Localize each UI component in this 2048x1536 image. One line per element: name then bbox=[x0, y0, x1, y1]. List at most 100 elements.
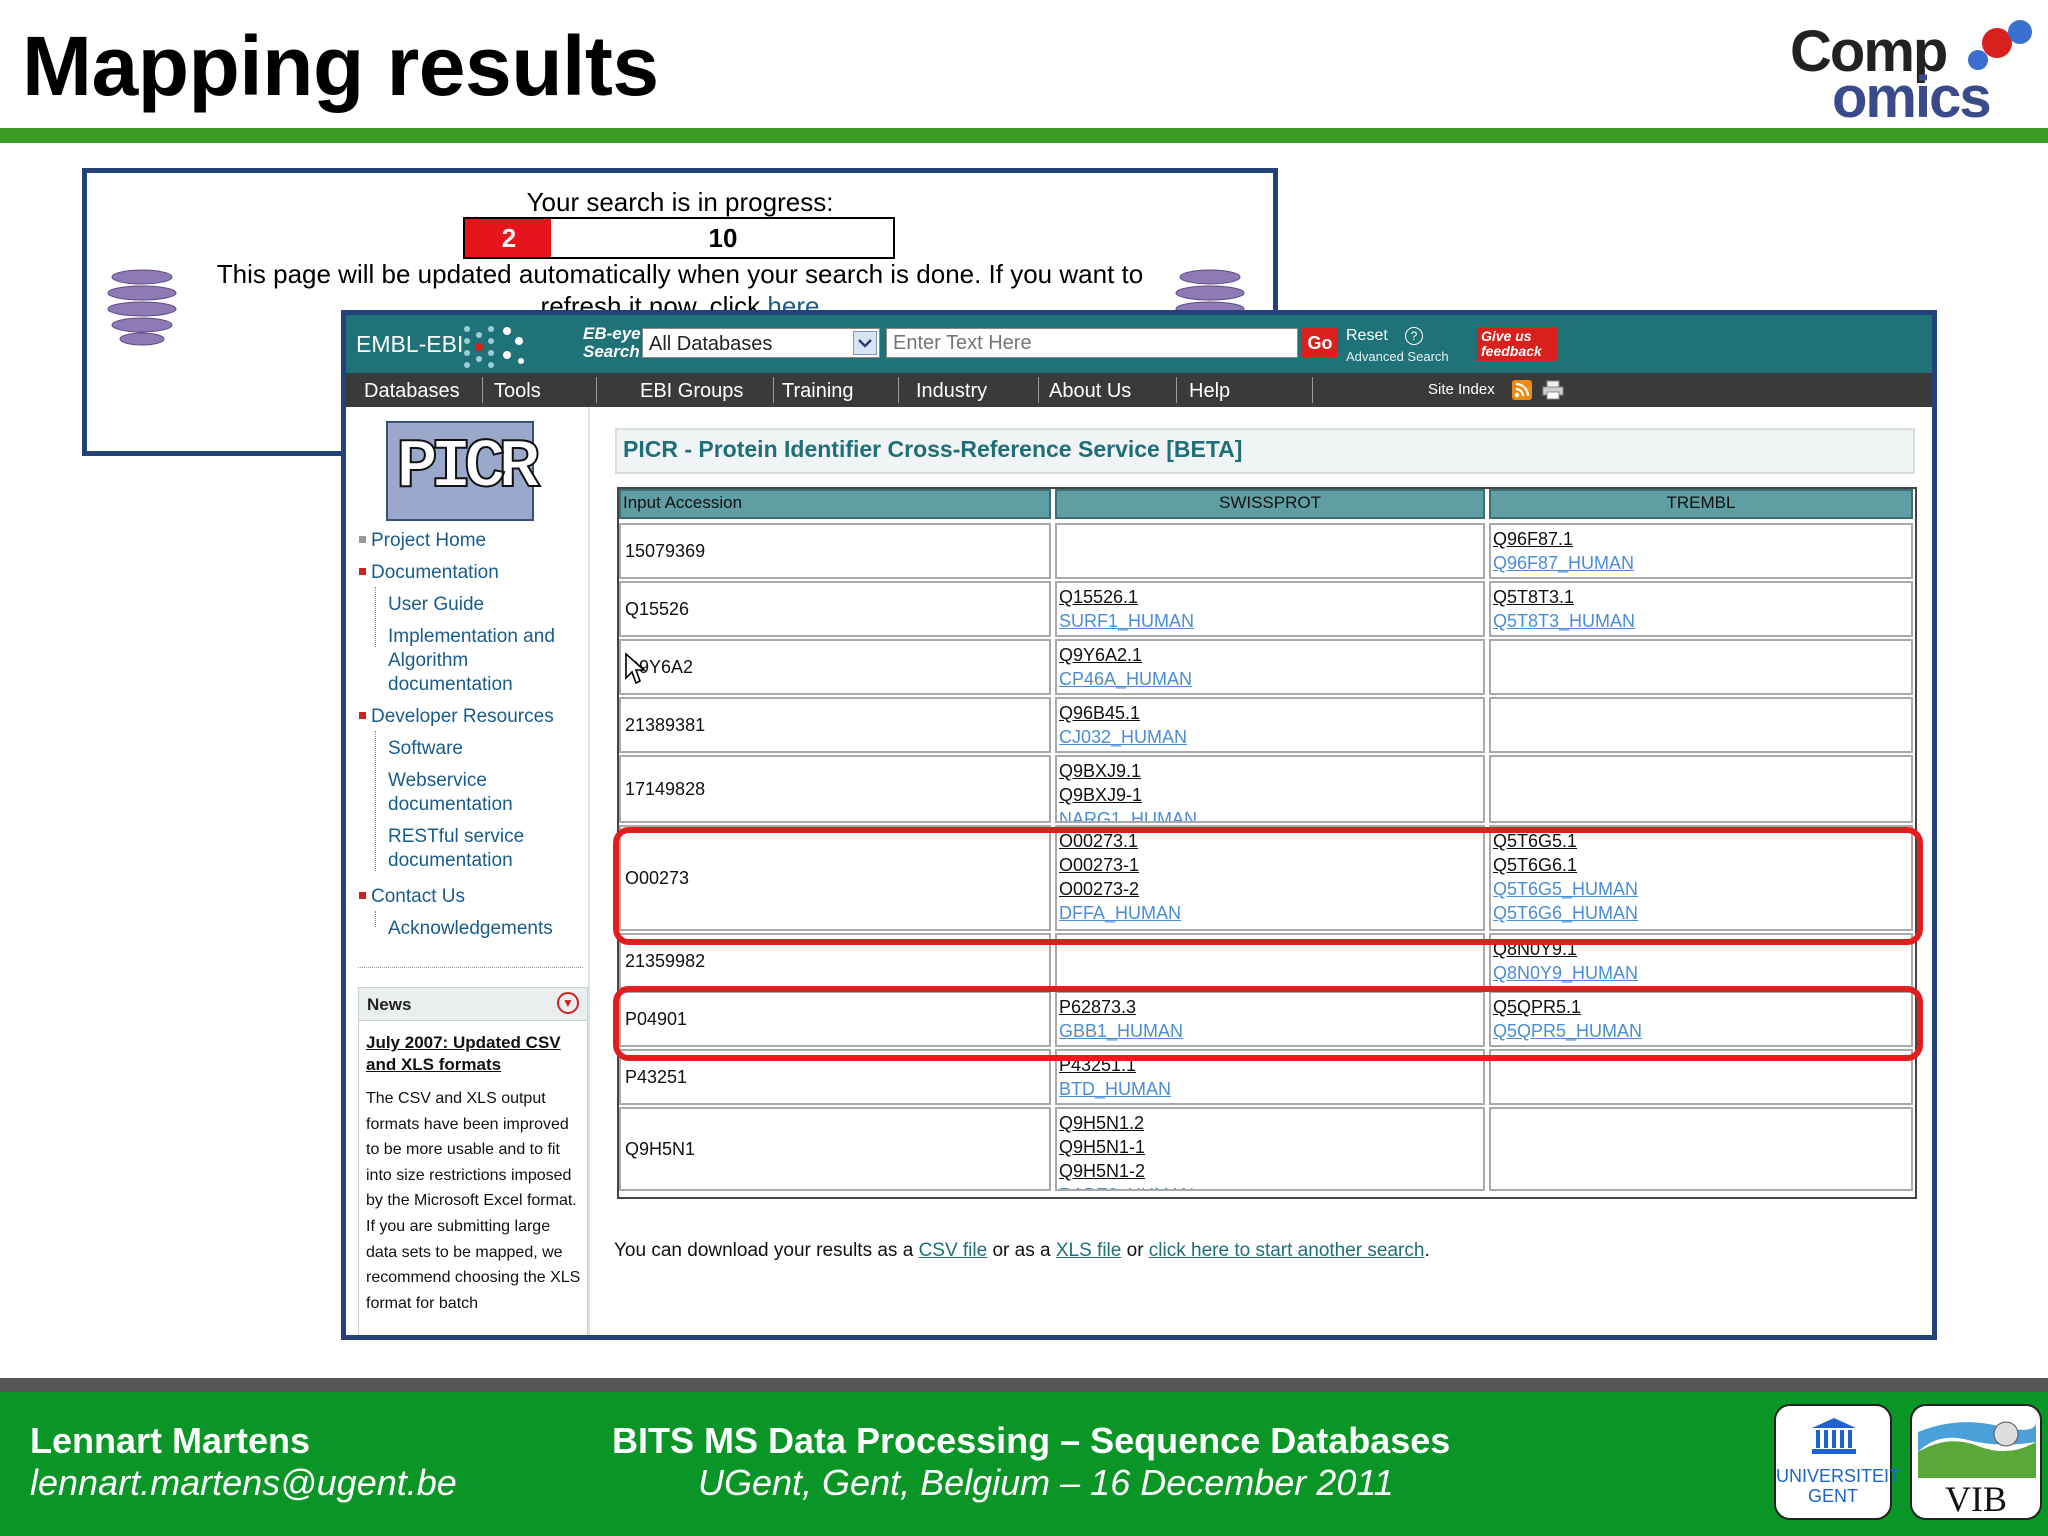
compomics-logo: Comp omics bbox=[1786, 14, 2032, 130]
download-or: or bbox=[1121, 1240, 1149, 1261]
vib-logo: VIB bbox=[1910, 1404, 2042, 1520]
nav-databases[interactable]: Databases bbox=[364, 373, 460, 407]
accession-link[interactable]: Q9BXJ9-1 bbox=[1059, 783, 1142, 807]
nav-ebi-groups[interactable]: EBI Groups bbox=[640, 373, 743, 407]
table-cell-input: 21389381 bbox=[619, 697, 1051, 753]
news-body: The CSV and XLS output formats have been… bbox=[366, 1090, 581, 1312]
search-input[interactable] bbox=[886, 328, 1298, 358]
entry-name-link[interactable]: CP46A_HUMAN bbox=[1059, 667, 1192, 691]
picr-logo-text: PICR bbox=[395, 428, 541, 509]
sidebar-item-restful[interactable]: RESTful service documentation bbox=[388, 825, 524, 873]
database-select[interactable]: All Databases bbox=[642, 328, 880, 358]
bullet-icon bbox=[359, 712, 366, 719]
entry-name-link[interactable]: Q96F87_HUMAN bbox=[1493, 551, 1634, 575]
accession-link[interactable]: Q9BXJ9.1 bbox=[1059, 759, 1141, 783]
sidebar-item-developer-resources[interactable]: Developer Resources bbox=[371, 705, 554, 729]
sidebar-item-user-guide[interactable]: User Guide bbox=[388, 593, 484, 617]
highlight-box-p04901 bbox=[613, 986, 1923, 1061]
vib-landscape-icon bbox=[1918, 1420, 2036, 1478]
ebi-dots-logo-icon bbox=[464, 326, 524, 368]
table-cell-input: Q15526 bbox=[619, 581, 1051, 637]
table-cell-swissprot bbox=[1055, 523, 1485, 579]
accession-link[interactable]: Q9Y6A2.1 bbox=[1059, 643, 1142, 667]
sidebar-item-contact-us[interactable]: Contact Us bbox=[371, 885, 465, 909]
input-accession: 17149828 bbox=[625, 779, 706, 799]
entry-name-link[interactable]: Q5T8T3_HUMAN bbox=[1493, 609, 1635, 633]
accession-link[interactable]: Q5T8T3.1 bbox=[1493, 585, 1574, 609]
table-cell-input: 17149828 bbox=[619, 755, 1051, 823]
csv-file-link[interactable]: CSV file bbox=[919, 1240, 988, 1261]
news-headline-link[interactable]: July 2007: Updated CSV and XLS formats bbox=[366, 1032, 580, 1076]
entry-name-link[interactable]: SURF1_HUMAN bbox=[1059, 609, 1194, 633]
table-cell-input: Q9Y6A2 bbox=[619, 639, 1051, 695]
ugent-line2: GENT bbox=[1807, 1486, 1858, 1506]
nav-separator bbox=[1312, 377, 1313, 403]
progress-note-line1: This page will be updated automatically … bbox=[216, 259, 1144, 289]
progress-done-count: 2 bbox=[501, 223, 517, 253]
entry-name-link[interactable]: Q8N0Y9_HUMAN bbox=[1493, 961, 1638, 985]
download-suffix: . bbox=[1424, 1240, 1430, 1261]
sidebar-item-implementation[interactable]: Implementation and Algorithm documentati… bbox=[388, 625, 555, 697]
progress-bar: 2 10 bbox=[463, 217, 895, 259]
entry-name-link[interactable]: BTD_HUMAN bbox=[1059, 1077, 1171, 1101]
new-search-link[interactable]: click here to start another search bbox=[1149, 1240, 1425, 1261]
logo-dot-blue bbox=[2008, 20, 2032, 44]
nav-help[interactable]: Help bbox=[1189, 373, 1230, 407]
accession-link[interactable]: Q96F87.1 bbox=[1493, 527, 1573, 551]
feedback-button[interactable]: Give us feedback bbox=[1477, 327, 1557, 361]
sidebar-item-webservice[interactable]: Webservice documentation bbox=[388, 769, 513, 817]
entry-name-link[interactable]: NARG1_HUMAN bbox=[1059, 807, 1197, 821]
eb-eye-search-label: EB-eye Search bbox=[583, 325, 641, 361]
table-cell-input: 15079369 bbox=[619, 523, 1051, 579]
accession-link[interactable]: Q9H5N1-1 bbox=[1059, 1135, 1145, 1159]
advanced-search-link[interactable]: Advanced Search bbox=[1346, 349, 1449, 364]
accession-link[interactable]: Q96B45.1 bbox=[1059, 701, 1140, 725]
entry-name-link[interactable]: CJ032_HUMAN bbox=[1059, 725, 1187, 749]
input-accession: P43251 bbox=[625, 1067, 688, 1087]
nav-industry[interactable]: Industry bbox=[916, 373, 987, 407]
nav-separator bbox=[1176, 377, 1177, 403]
sidebar-item-software[interactable]: Software bbox=[388, 737, 463, 761]
nav-separator bbox=[482, 377, 483, 403]
sidebar-item-acknowledgements[interactable]: Acknowledgements bbox=[388, 917, 553, 941]
tree-line bbox=[375, 911, 376, 927]
nav-about-us[interactable]: About Us bbox=[1049, 373, 1131, 407]
chevron-down-icon[interactable] bbox=[853, 331, 877, 355]
slide-title: Mapping results bbox=[22, 19, 659, 113]
news-title: News bbox=[367, 995, 412, 1014]
highlight-box-o00273 bbox=[613, 827, 1923, 945]
collapse-toggle-icon[interactable]: ▼ bbox=[557, 992, 579, 1014]
sidebar-divider bbox=[358, 967, 583, 968]
picr-logo[interactable]: PICR bbox=[386, 421, 541, 521]
sidebar-item-documentation[interactable]: Documentation bbox=[371, 561, 499, 585]
table-cell-trembl bbox=[1489, 697, 1913, 753]
progress-total-count: 10 bbox=[708, 223, 738, 253]
entry-name-link[interactable]: RABE2_HUMAN bbox=[1059, 1183, 1194, 1189]
table-cell-trembl bbox=[1489, 1107, 1913, 1191]
webservice-line1: Webservice bbox=[388, 770, 487, 791]
accession-link[interactable]: Q9H5N1.2 bbox=[1059, 1111, 1144, 1135]
ugent-line1: UNIVERSITEIT bbox=[1776, 1466, 1901, 1486]
print-icon[interactable] bbox=[1542, 380, 1564, 400]
site-index-link[interactable]: Site Index bbox=[1428, 381, 1495, 398]
accession-link[interactable]: Q9H5N1-2 bbox=[1059, 1159, 1145, 1183]
download-line: You can download your results as a CSV f… bbox=[614, 1240, 1430, 1262]
table-cell-trembl: Q5T8T3.1 Q5T8T3_HUMAN bbox=[1489, 581, 1913, 637]
sidebar: PICR Project Home Documentation User Gui… bbox=[346, 407, 590, 1335]
go-button[interactable]: Go bbox=[1302, 328, 1338, 358]
table-cell-trembl: Q96F87.1 Q96F87_HUMAN bbox=[1489, 523, 1913, 579]
xls-file-link[interactable]: XLS file bbox=[1056, 1240, 1121, 1261]
news-header: News ▼ bbox=[359, 988, 587, 1021]
reset-link[interactable]: Reset bbox=[1346, 327, 1388, 345]
input-accession: 15079369 bbox=[625, 541, 706, 561]
bullet-icon bbox=[359, 892, 366, 899]
accession-link[interactable]: Q15526.1 bbox=[1059, 585, 1138, 609]
nav-training[interactable]: Training bbox=[782, 373, 854, 407]
nav-tools[interactable]: Tools bbox=[494, 373, 541, 407]
restful-line2: documentation bbox=[388, 850, 513, 871]
rss-icon[interactable] bbox=[1512, 380, 1532, 400]
page-title: PICR - Protein Identifier Cross-Referenc… bbox=[623, 436, 1243, 462]
help-icon[interactable]: ? bbox=[1405, 327, 1423, 345]
ebi-logo[interactable]: EMBL-EBI bbox=[356, 331, 463, 358]
sidebar-item-project-home[interactable]: Project Home bbox=[371, 529, 486, 553]
